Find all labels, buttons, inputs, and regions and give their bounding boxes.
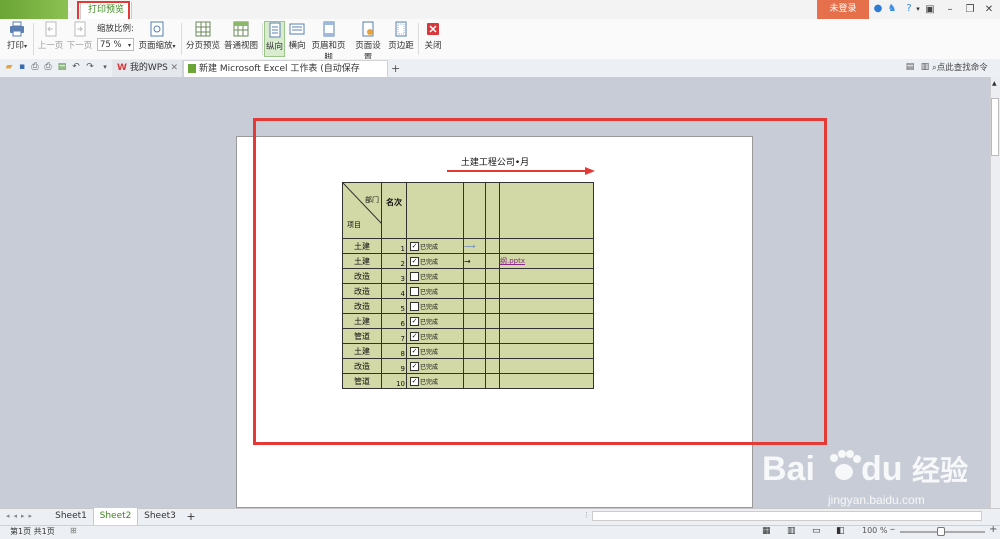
drag-handle-icon[interactable]: ⋮ <box>583 511 590 519</box>
portrait-icon <box>269 22 280 38</box>
watermark-brand-cn: 经验 <box>912 454 968 487</box>
next-page-button[interactable]: 下一页 <box>66 21 93 57</box>
wps-app-menu[interactable] <box>0 0 68 19</box>
close-icon[interactable]: ✕ <box>980 0 998 19</box>
vertical-scroll-thumb[interactable] <box>991 98 999 156</box>
print-label: 打印 <box>6 41 24 51</box>
header-footer-icon <box>323 21 334 37</box>
portrait-button[interactable]: 纵向 <box>264 21 285 57</box>
header-footer-button[interactable]: 页眉和页脚 <box>308 21 349 63</box>
table-view-icon <box>233 21 249 37</box>
maximize-icon[interactable]: ❐ <box>961 0 979 19</box>
close-red-icon <box>427 23 439 35</box>
page-info: 第1页 共1页 <box>10 527 55 536</box>
tab-options-icon[interactable]: ▥ <box>920 62 930 72</box>
page-zoom-icon <box>150 21 164 37</box>
tab-my-wps[interactable]: W 我的WPS ✕ <box>112 60 183 77</box>
print-icon[interactable]: ⎙ <box>43 62 53 72</box>
page-setup-icon <box>362 21 374 37</box>
next-page-icon <box>74 21 85 37</box>
landscape-button[interactable]: 横向 <box>287 21 307 57</box>
tab-excel-document[interactable]: 新建 Microsoft Excel 工作表 (自动保存的).xlsx * ✕ <box>183 60 388 91</box>
zoom-value: 75 % <box>100 40 122 50</box>
layout-icon[interactable]: ⊞ <box>70 526 77 535</box>
next-page-label: 下一页 <box>66 41 93 51</box>
close-preview-label: 关闭 <box>424 41 442 51</box>
watermark-brand-1: Bai <box>762 450 815 488</box>
margins-button[interactable]: 页边距 <box>387 21 415 57</box>
watermark-brand-2: du <box>861 450 903 488</box>
prev-page-icon <box>45 21 56 37</box>
landscape-label: 横向 <box>288 41 306 51</box>
margins-label: 页边距 <box>388 41 414 51</box>
zoom-slider-knob[interactable] <box>937 527 945 536</box>
portrait-label: 纵向 <box>265 42 283 52</box>
margins-icon <box>395 21 407 37</box>
chevron-down-icon[interactable]: ▾ <box>64 0 76 19</box>
highlight-box-preview <box>253 118 827 445</box>
zoom-label: 缩放比例: <box>97 24 134 34</box>
close-icon[interactable]: ✕ <box>170 60 178 77</box>
redo-icon[interactable]: ↷ <box>85 62 95 72</box>
restore-layout-icon[interactable]: ▣ <box>921 0 939 19</box>
print-setup-icon[interactable]: ⎙ <box>30 62 40 72</box>
login-button[interactable]: 未登录 <box>817 0 869 19</box>
page-break-preview-button[interactable]: 分页预览 <box>185 21 221 57</box>
baidu-watermark: Bai du 经验 jingyan.baidu.com <box>762 450 968 507</box>
wps-logo-icon: W <box>117 63 127 73</box>
save-icon[interactable]: ▪ <box>17 62 27 72</box>
zoom-select[interactable]: 75 % ▾ <box>97 38 134 51</box>
find-label: 点此查找命令 <box>936 63 988 73</box>
printer-icon <box>10 21 24 37</box>
command-search[interactable]: ⌕点此查找命令 <box>932 60 1000 77</box>
excel-file-icon <box>188 64 196 73</box>
ribbon: 打印▾ 上一页 下一页 页面缩放▾ 分页预览 普通视图 纵向 横向 页眉和页脚 … <box>0 19 1000 63</box>
prev-page-button[interactable]: 上一页 <box>37 21 64 57</box>
paw-icon <box>830 450 861 480</box>
tab-list-icon[interactable]: ▤ <box>905 62 915 72</box>
watermark-url: jingyan.baidu.com <box>827 493 925 507</box>
sheet-tab-3[interactable]: Sheet3 <box>140 508 180 525</box>
tab-my-wps-label: 我的WPS <box>129 63 168 73</box>
sheet-tab-2[interactable]: Sheet2 <box>93 508 138 525</box>
add-sheet-button[interactable]: + <box>184 508 198 525</box>
prev-page-label: 上一页 <box>37 41 64 51</box>
undo-icon[interactable]: ↶ <box>71 62 81 72</box>
cloud-icon[interactable]: ● <box>872 3 884 15</box>
scroll-up-icon[interactable]: ▲ <box>992 80 997 87</box>
normal-view-label: 普通视图 <box>223 41 258 51</box>
skin-icon[interactable]: ♞ <box>886 3 898 15</box>
landscape-icon <box>289 23 305 35</box>
minimize-icon[interactable]: – <box>941 0 959 19</box>
sheet-tab-1[interactable]: Sheet1 <box>52 508 90 525</box>
page-zoom-label: 页面缩放 <box>138 41 173 51</box>
sheet-nav-arrows-icon[interactable]: ◂◂▸▸ <box>6 512 36 520</box>
close-preview-button[interactable]: 关闭 <box>422 21 444 57</box>
page-break-preview-label: 分页预览 <box>185 41 220 51</box>
new-tab-plus-icon[interactable]: + <box>391 60 400 77</box>
chevron-down-icon[interactable]: ▾ <box>100 62 110 72</box>
normal-view-button[interactable]: 普通视图 <box>223 21 259 57</box>
print-button[interactable]: 打印▾ <box>4 21 30 57</box>
page-zoom-button[interactable]: 页面缩放▾ <box>137 21 177 57</box>
grid-icon <box>195 21 211 37</box>
open-folder-icon[interactable]: ▰ <box>4 62 14 72</box>
print-preview-icon[interactable]: ▤ <box>57 62 67 72</box>
page-setup-button[interactable]: 页面设置 <box>352 21 384 63</box>
